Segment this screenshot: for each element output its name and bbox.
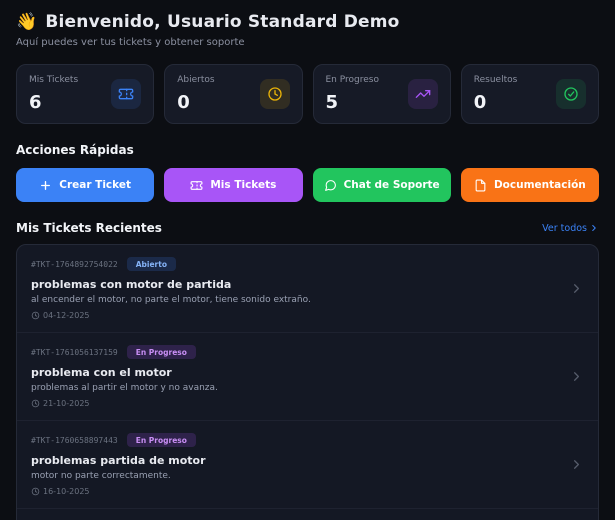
plus-icon bbox=[39, 179, 52, 192]
stat-card-en-progreso: En Progreso 5 bbox=[313, 64, 451, 124]
page-title: 👋 Bienvenido, Usuario Standard Demo bbox=[16, 12, 599, 32]
stat-card-mis-tickets: Mis Tickets 6 bbox=[16, 64, 154, 124]
stat-label: Resueltos bbox=[474, 75, 518, 85]
view-all-link[interactable]: Ver todos bbox=[542, 223, 599, 234]
ticket-title: problemas partida de motor bbox=[31, 454, 206, 467]
ticket-status-badge: En Progreso bbox=[127, 433, 196, 447]
stat-value: 6 bbox=[29, 92, 78, 113]
chevron-right-icon bbox=[589, 223, 599, 233]
ticket-id: #TKT-1760658897443 bbox=[31, 436, 118, 445]
quick-actions-row: Crear Ticket Mis Tickets Chat de Soporte… bbox=[16, 168, 599, 202]
ticket-id: #TKT-1764892754022 bbox=[31, 260, 118, 269]
ticket-id: #TKT-1761056137159 bbox=[31, 348, 118, 357]
stat-value: 0 bbox=[474, 92, 518, 113]
ticket-description: motor no parte correctamente. bbox=[31, 471, 206, 481]
clock-icon bbox=[260, 79, 290, 109]
stat-card-abiertos: Abiertos 0 bbox=[164, 64, 302, 124]
ticket-description: al encender el motor, no parte el motor,… bbox=[31, 295, 311, 305]
clock-icon bbox=[31, 311, 40, 320]
ticket-status-badge: Abierto bbox=[127, 257, 176, 271]
stat-value: 0 bbox=[177, 92, 214, 113]
clock-icon bbox=[31, 399, 40, 408]
ticket-description: problemas al partir el motor y no avanza… bbox=[31, 383, 218, 393]
ticket-date: 04-12-2025 bbox=[43, 311, 90, 320]
view-all-label: Ver todos bbox=[542, 223, 587, 234]
trending-up-icon bbox=[408, 79, 438, 109]
section-title-quick-actions: Acciones Rápidas bbox=[16, 143, 599, 157]
page-title-text: Bienvenido, Usuario Standard Demo bbox=[45, 12, 399, 32]
stat-label: En Progreso bbox=[326, 75, 379, 85]
recent-tickets-header: Mis Tickets Recientes Ver todos bbox=[16, 221, 599, 235]
ticket-row[interactable]: #TKT-1760658897443 En Progreso problemas… bbox=[17, 421, 598, 509]
ticket-row[interactable]: #TKT-1764892754022 Abierto problemas con… bbox=[17, 245, 598, 333]
stat-card-resueltos: Resueltos 0 bbox=[461, 64, 599, 124]
support-chat-label: Chat de Soporte bbox=[344, 179, 440, 191]
document-icon bbox=[474, 179, 487, 192]
support-chat-button[interactable]: Chat de Soporte bbox=[313, 168, 451, 202]
my-tickets-button[interactable]: Mis Tickets bbox=[164, 168, 302, 202]
stat-label: Abiertos bbox=[177, 75, 214, 85]
chevron-right-icon bbox=[569, 369, 584, 384]
stats-row: Mis Tickets 6 Abiertos 0 En Progreso 5 bbox=[16, 64, 599, 124]
my-tickets-label: Mis Tickets bbox=[210, 179, 276, 191]
dashboard-page: 👋 Bienvenido, Usuario Standard Demo Aquí… bbox=[0, 0, 615, 520]
chevron-right-icon bbox=[569, 281, 584, 296]
ticket-date: 16-10-2025 bbox=[43, 487, 90, 496]
ticket-icon bbox=[190, 179, 203, 192]
ticket-status-badge: En Progreso bbox=[127, 345, 196, 359]
ticket-row[interactable]: #TKT-1760637112744 En Progreso problemas… bbox=[17, 509, 598, 520]
stat-value: 5 bbox=[326, 92, 379, 113]
create-ticket-button[interactable]: Crear Ticket bbox=[16, 168, 154, 202]
ticket-icon bbox=[111, 79, 141, 109]
recent-tickets-list: #TKT-1764892754022 Abierto problemas con… bbox=[16, 244, 599, 520]
waving-hand-icon: 👋 bbox=[16, 12, 37, 32]
ticket-title: problema con el motor bbox=[31, 366, 218, 379]
ticket-title: problemas con motor de partida bbox=[31, 278, 311, 291]
ticket-date: 21-10-2025 bbox=[43, 399, 90, 408]
section-title-recent-tickets: Mis Tickets Recientes bbox=[16, 221, 162, 235]
chevron-right-icon bbox=[569, 457, 584, 472]
check-circle-icon bbox=[556, 79, 586, 109]
stat-label: Mis Tickets bbox=[29, 75, 78, 85]
documentation-label: Documentación bbox=[494, 179, 586, 191]
create-ticket-label: Crear Ticket bbox=[59, 179, 131, 191]
chat-icon bbox=[324, 179, 337, 192]
ticket-row[interactable]: #TKT-1761056137159 En Progreso problema … bbox=[17, 333, 598, 421]
documentation-button[interactable]: Documentación bbox=[461, 168, 599, 202]
clock-icon bbox=[31, 487, 40, 496]
page-subtitle: Aquí puedes ver tus tickets y obtener so… bbox=[16, 37, 599, 48]
